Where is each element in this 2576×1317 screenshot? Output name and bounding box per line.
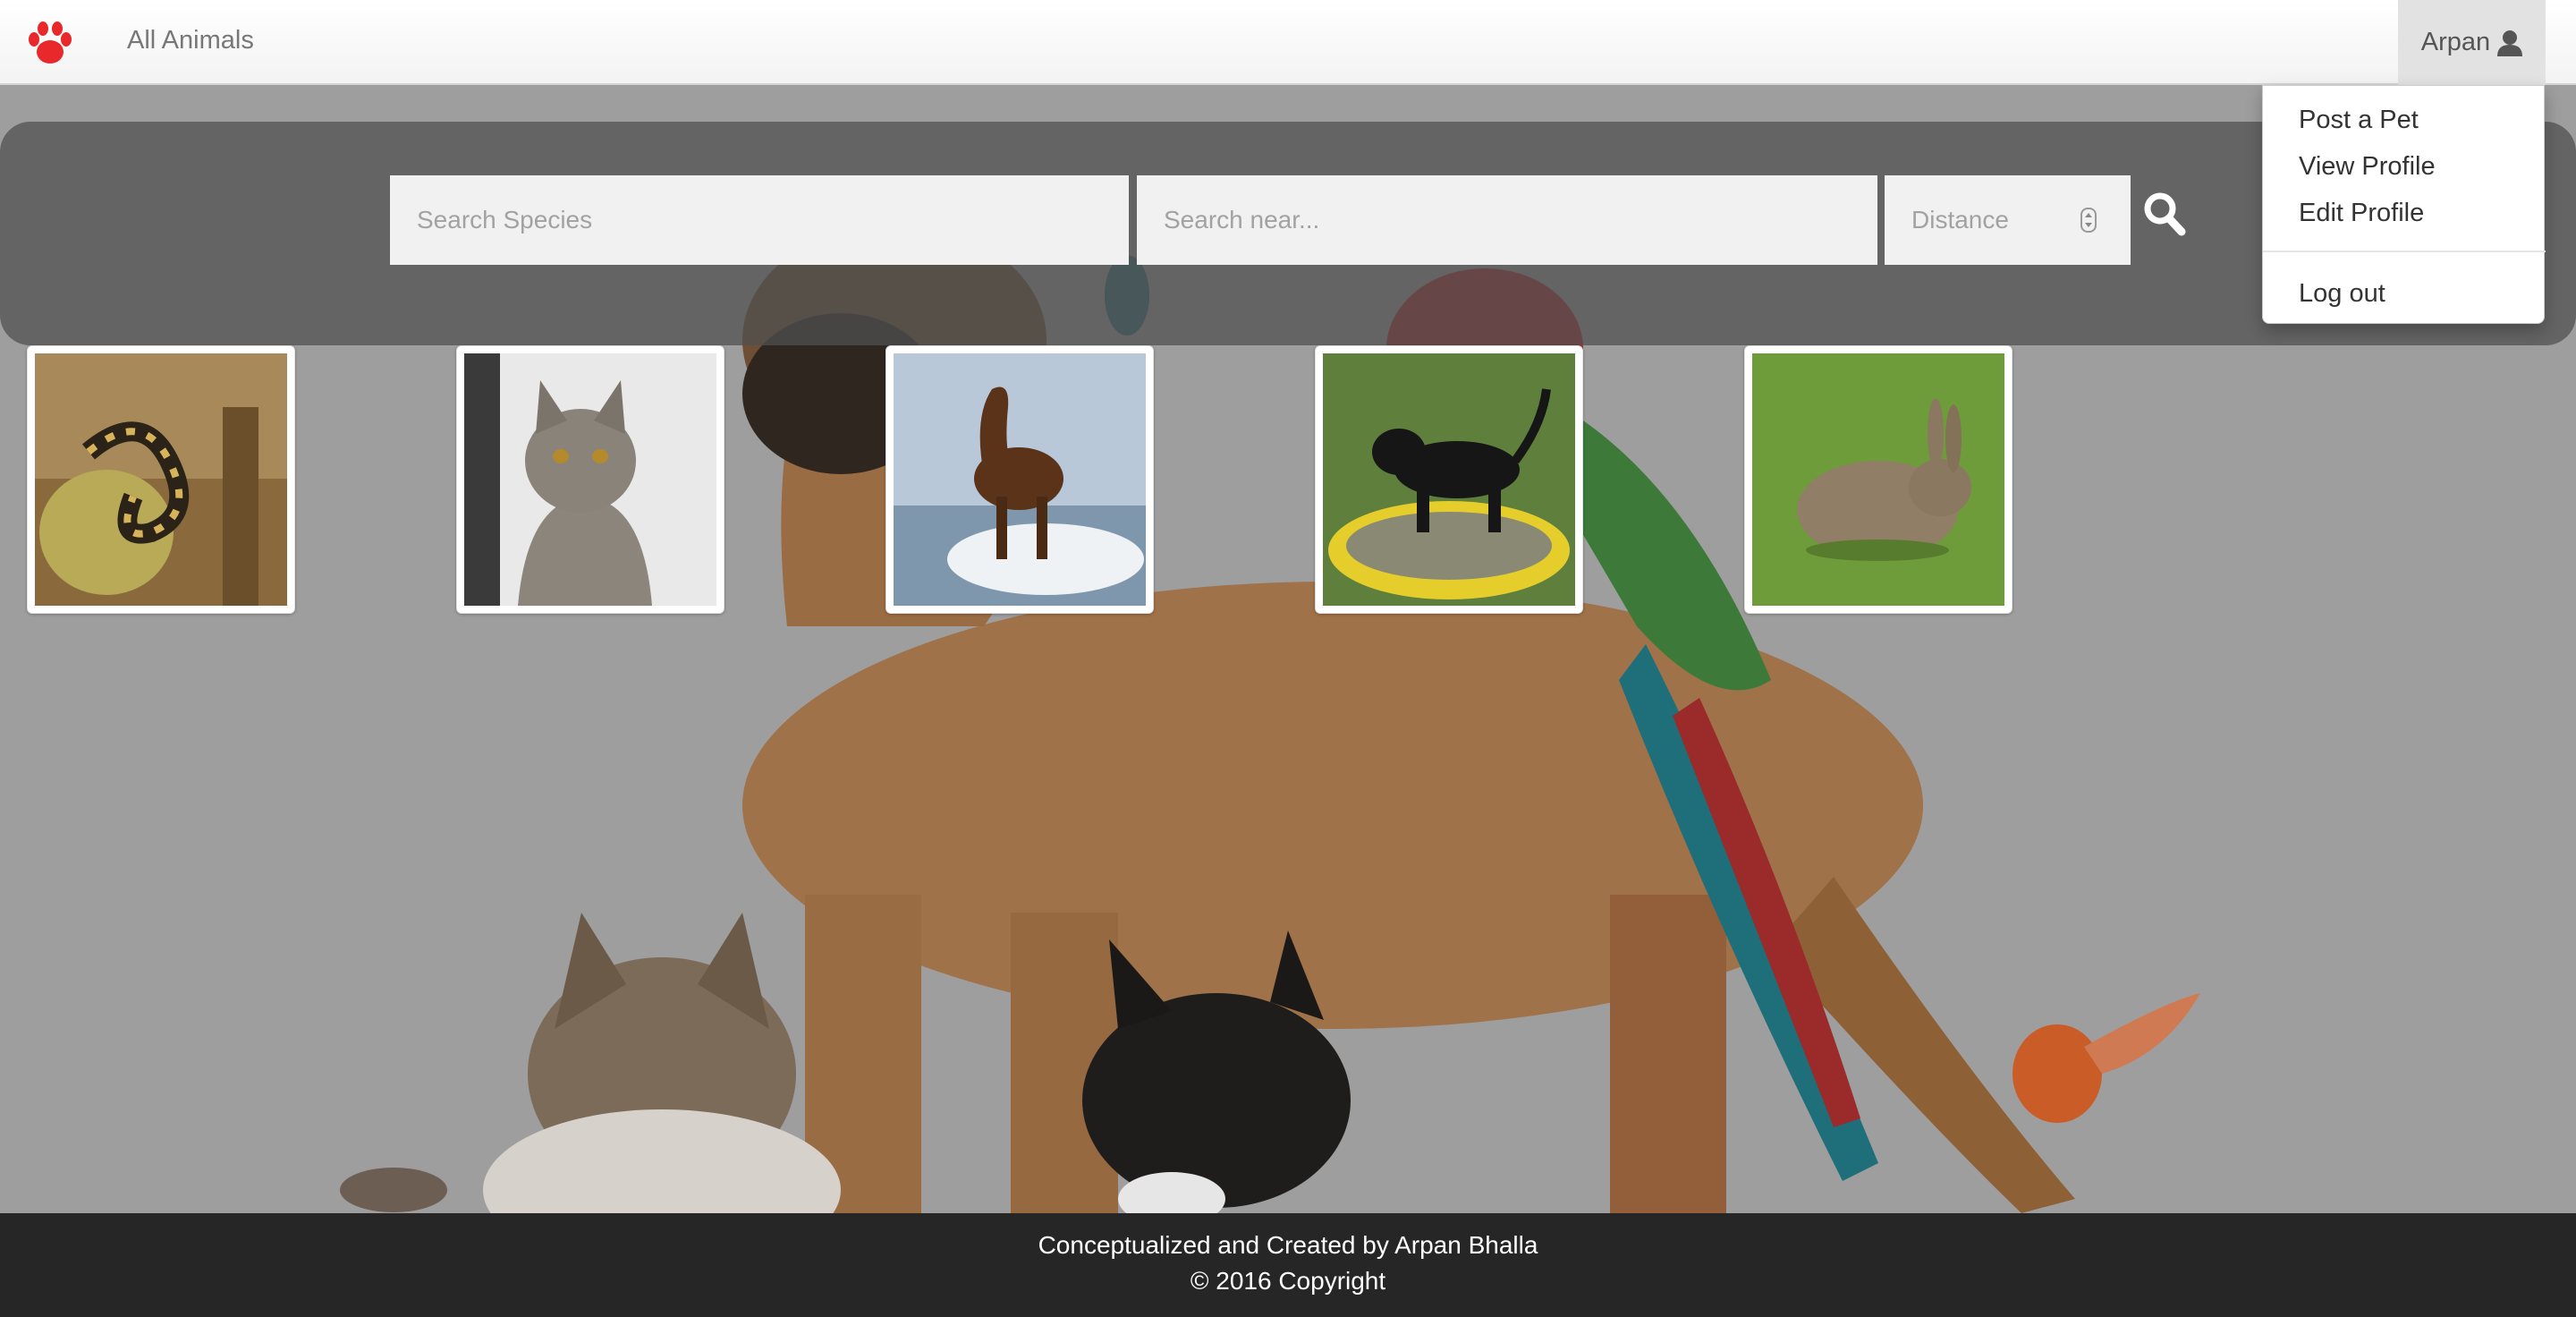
user-icon: [2497, 30, 2523, 56]
footer-copyright: © 2016 Copyright: [1190, 1267, 1386, 1295]
rabbit-image: [1752, 353, 2004, 606]
menu-item-post-a-pet[interactable]: Post a Pet: [2299, 105, 2419, 135]
distance-stepper[interactable]: [2080, 208, 2097, 233]
pet-card-snake[interactable]: [27, 345, 295, 614]
menu-item-edit-profile[interactable]: Edit Profile: [2299, 198, 2424, 228]
horse-image: [894, 353, 1146, 606]
search-species-placeholder: Search Species: [417, 206, 593, 234]
cat-image: [464, 353, 716, 606]
search-species-input[interactable]: Search Species: [390, 175, 1129, 265]
search-icon[interactable]: [2143, 191, 2186, 236]
footer-credit: Conceptualized and Created by Arpan Bhal…: [1038, 1231, 1538, 1259]
page: All Animals Arpan Search Species Search …: [0, 0, 2576, 1317]
distance-placeholder: Distance: [1911, 206, 2009, 234]
pet-card-horse[interactable]: [886, 345, 1154, 614]
nav-link-all-animals[interactable]: All Animals: [127, 25, 254, 55]
pet-card-dog[interactable]: [1315, 345, 1583, 614]
menu-item-view-profile[interactable]: View Profile: [2299, 151, 2436, 182]
menu-item-log-out[interactable]: Log out: [2299, 278, 2385, 309]
pet-card-rabbit[interactable]: [1744, 345, 2012, 614]
snake-image: [35, 353, 287, 606]
pet-card-cat[interactable]: [456, 345, 724, 614]
user-name: Arpan: [2420, 28, 2491, 56]
search-near-placeholder: Search near...: [1164, 206, 1320, 234]
user-menu-toggle[interactable]: Arpan: [2398, 0, 2546, 85]
user-dropdown-menu: Post a Pet View Profile Edit Profile Log…: [2262, 85, 2546, 324]
distance-input[interactable]: Distance: [1885, 175, 2131, 265]
navbar: All Animals Arpan: [0, 0, 2576, 85]
paw-icon[interactable]: [25, 18, 75, 68]
menu-divider: [2263, 251, 2546, 252]
dog-image: [1323, 353, 1575, 606]
search-near-input[interactable]: Search near...: [1137, 175, 1877, 265]
footer: Conceptualized and Created by Arpan Bhal…: [0, 1213, 2576, 1317]
